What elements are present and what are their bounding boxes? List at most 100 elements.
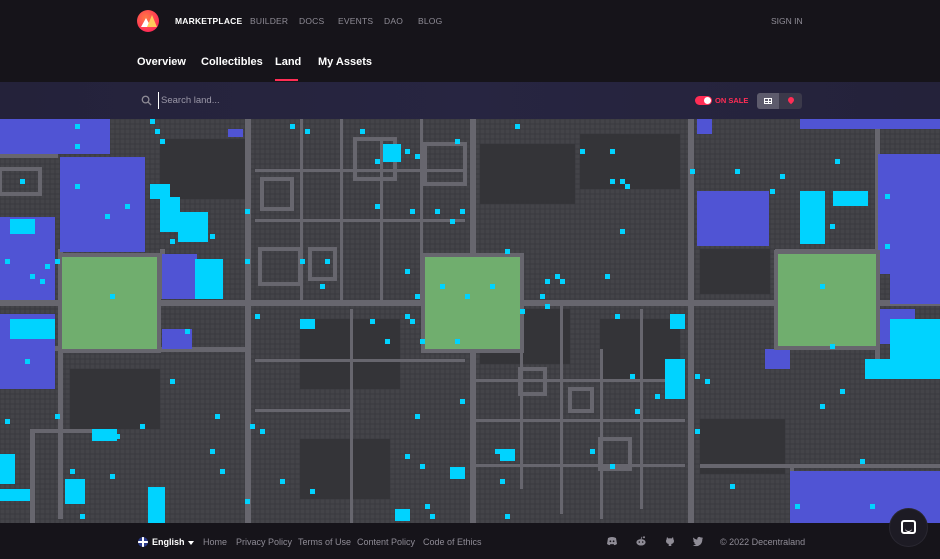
on-sale-parcel bbox=[670, 314, 685, 329]
on-sale-parcel bbox=[450, 467, 465, 479]
decentraland-logo-icon[interactable] bbox=[137, 10, 159, 32]
sign-in-link[interactable]: SIGN IN bbox=[771, 16, 803, 26]
genesis-plaza bbox=[778, 254, 876, 346]
on-sale-parcel bbox=[545, 304, 550, 309]
on-sale-parcel bbox=[75, 144, 80, 149]
on-sale-parcel bbox=[178, 212, 208, 242]
district bbox=[228, 129, 243, 137]
on-sale-parcel bbox=[395, 509, 410, 521]
discord-icon[interactable] bbox=[606, 535, 618, 547]
on-sale-parcel bbox=[580, 149, 585, 154]
estate-block bbox=[70, 369, 160, 429]
on-sale-label[interactable]: ON SALE bbox=[715, 96, 748, 105]
district bbox=[890, 274, 940, 304]
on-sale-parcel bbox=[620, 229, 625, 234]
on-sale-parcel bbox=[160, 139, 165, 144]
on-sale-parcel bbox=[415, 294, 420, 299]
github-icon[interactable] bbox=[664, 535, 676, 547]
on-sale-parcel bbox=[430, 514, 435, 519]
active-tab-indicator bbox=[275, 79, 298, 81]
on-sale-parcel bbox=[405, 269, 410, 274]
road bbox=[255, 409, 350, 412]
tab-collectibles[interactable]: Collectibles bbox=[201, 56, 263, 68]
nav-docs[interactable]: DOCS bbox=[299, 16, 324, 26]
road bbox=[350, 309, 353, 523]
nav-events[interactable]: EVENTS bbox=[338, 16, 373, 26]
nav-builder[interactable]: BUILDER bbox=[250, 16, 288, 26]
road bbox=[688, 119, 694, 523]
nav-marketplace[interactable]: MARKETPLACE bbox=[175, 16, 242, 26]
on-sale-parcel bbox=[360, 129, 365, 134]
nav-dao[interactable]: DAO bbox=[384, 16, 403, 26]
estate-block bbox=[700, 249, 770, 294]
district bbox=[800, 119, 940, 129]
on-sale-parcel bbox=[245, 209, 250, 214]
on-sale-parcel bbox=[830, 344, 835, 349]
on-sale-parcel bbox=[25, 359, 30, 364]
on-sale-parcel bbox=[255, 314, 260, 319]
footer-link-code-of-ethics[interactable]: Code of Ethics bbox=[423, 537, 482, 547]
on-sale-parcel bbox=[375, 204, 380, 209]
on-sale-parcel bbox=[620, 179, 625, 184]
on-sale-parcel bbox=[0, 489, 30, 501]
on-sale-parcel bbox=[280, 479, 285, 484]
on-sale-parcel bbox=[630, 374, 635, 379]
footer-link-home[interactable]: Home bbox=[203, 537, 227, 547]
footer-link-terms[interactable]: Terms of Use bbox=[298, 537, 351, 547]
reddit-icon[interactable] bbox=[635, 535, 647, 547]
land-atlas-map[interactable] bbox=[0, 119, 940, 523]
footer-link-privacy[interactable]: Privacy Policy bbox=[236, 537, 292, 547]
on-sale-parcel bbox=[140, 424, 145, 429]
on-sale-parcel bbox=[500, 479, 505, 484]
map-view-button[interactable] bbox=[779, 93, 802, 109]
on-sale-toggle[interactable] bbox=[695, 96, 712, 105]
tab-land[interactable]: Land bbox=[275, 56, 301, 68]
road bbox=[475, 464, 685, 467]
on-sale-parcel bbox=[820, 284, 825, 289]
nav-blog[interactable]: BLOG bbox=[418, 16, 442, 26]
language-selector[interactable]: English bbox=[152, 537, 185, 547]
on-sale-parcel bbox=[155, 509, 160, 514]
on-sale-parcel bbox=[5, 259, 10, 264]
on-sale-parcel bbox=[455, 139, 460, 144]
on-sale-parcel bbox=[635, 409, 640, 414]
on-sale-parcel bbox=[420, 464, 425, 469]
tab-overview[interactable]: Overview bbox=[137, 56, 186, 68]
on-sale-parcel bbox=[615, 314, 620, 319]
on-sale-parcel bbox=[405, 149, 410, 154]
on-sale-parcel bbox=[150, 119, 155, 124]
atlas-canvas[interactable] bbox=[0, 119, 940, 523]
search-land-input[interactable] bbox=[158, 92, 398, 109]
on-sale-parcel bbox=[55, 414, 60, 419]
twitter-icon[interactable] bbox=[692, 535, 704, 547]
footer-link-content-policy[interactable]: Content Policy bbox=[357, 537, 415, 547]
estate-block bbox=[580, 134, 680, 189]
district bbox=[0, 119, 110, 154]
on-sale-parcel bbox=[370, 319, 375, 324]
support-chat-button[interactable] bbox=[890, 509, 927, 546]
on-sale-parcel bbox=[590, 449, 595, 454]
on-sale-parcel bbox=[795, 504, 800, 509]
road bbox=[30, 429, 100, 433]
on-sale-parcel bbox=[885, 194, 890, 199]
on-sale-parcel bbox=[665, 374, 670, 379]
road bbox=[255, 219, 465, 222]
uk-flag-icon bbox=[138, 537, 148, 547]
map-pin-icon bbox=[786, 95, 796, 105]
district bbox=[878, 154, 940, 274]
road bbox=[600, 349, 603, 519]
road bbox=[0, 154, 58, 158]
on-sale-parcel bbox=[10, 219, 35, 234]
grid-view-button[interactable] bbox=[757, 93, 779, 109]
on-sale-parcel bbox=[610, 179, 615, 184]
tab-my-assets[interactable]: My Assets bbox=[318, 56, 372, 68]
chevron-down-icon[interactable] bbox=[188, 541, 194, 545]
on-sale-parcel bbox=[185, 329, 190, 334]
on-sale-parcel bbox=[55, 259, 60, 264]
on-sale-parcel bbox=[465, 294, 470, 299]
on-sale-parcel bbox=[840, 389, 845, 394]
road bbox=[30, 429, 35, 523]
on-sale-parcel bbox=[148, 487, 165, 523]
on-sale-parcel bbox=[415, 414, 420, 419]
on-sale-parcel bbox=[220, 469, 225, 474]
